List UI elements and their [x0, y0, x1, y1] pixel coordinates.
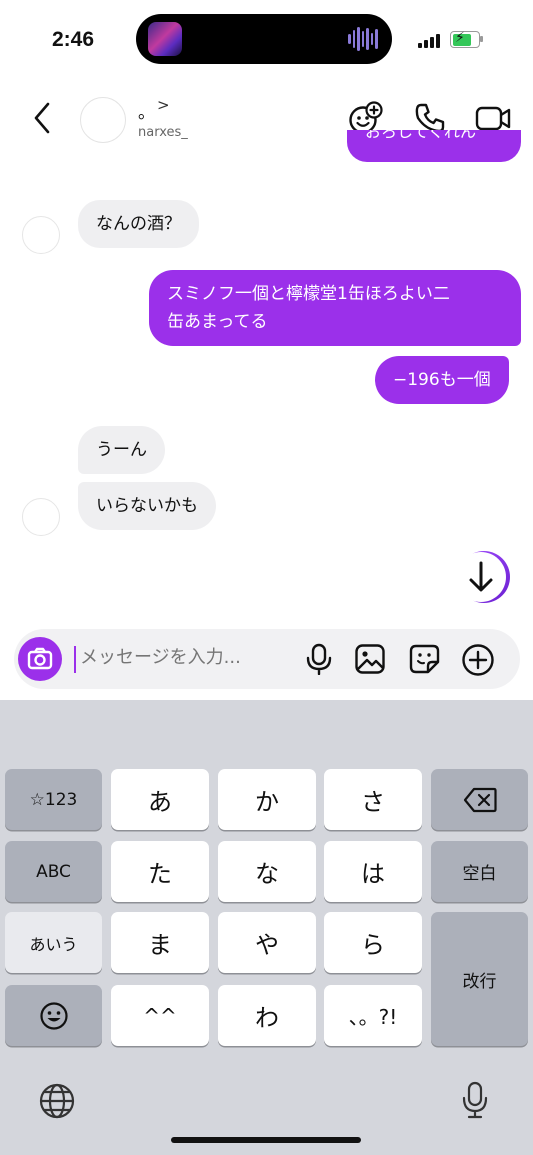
battery-cap [480, 36, 483, 42]
cellular-signal-icon [418, 34, 440, 48]
charging-bolt-icon: ⚡ [455, 30, 465, 46]
plus-circle-icon[interactable] [461, 643, 495, 681]
profile-avatar[interactable] [80, 97, 126, 143]
sender-avatar[interactable] [22, 498, 60, 536]
message-input[interactable] [80, 647, 280, 668]
contact-name[interactable]: 。 [138, 98, 155, 123]
key-wa[interactable]: わ [218, 985, 316, 1046]
sent-message: −196も一個 [375, 356, 509, 404]
key-ra[interactable]: ら [324, 912, 422, 973]
gallery-icon[interactable] [354, 643, 386, 679]
key-kaomoji[interactable]: ^^ [111, 985, 209, 1046]
sent-message: スミノフ一個と檸檬堂1缶ほろよい二 缶あまってる [149, 270, 521, 346]
key-ta[interactable]: た [111, 841, 209, 902]
key-ma[interactable]: ま [111, 912, 209, 973]
status-time: 2:46 [52, 28, 95, 51]
sender-avatar[interactable] [22, 216, 60, 254]
key-na[interactable]: な [218, 841, 316, 902]
backspace-icon [463, 787, 497, 812]
key-ha[interactable]: は [324, 841, 422, 902]
sent-message: おろしてくれん [347, 130, 521, 162]
received-message: なんの酒？ [78, 200, 199, 248]
kana-key[interactable]: あいう [5, 912, 102, 973]
dictation-microphone-icon[interactable] [460, 1080, 490, 1124]
space-key[interactable]: 空白 [431, 841, 528, 902]
emoji-key[interactable] [5, 985, 102, 1046]
emoji-icon [39, 1001, 68, 1030]
received-message: うーん [78, 426, 165, 474]
contact-username[interactable]: narxes_ [138, 125, 188, 140]
sticker-icon[interactable] [408, 643, 442, 679]
symbols-key[interactable]: ☆123 [5, 769, 102, 830]
delete-key[interactable] [431, 769, 528, 830]
received-message: いらないかも [78, 482, 216, 530]
globe-icon[interactable] [38, 1082, 76, 1124]
return-key[interactable]: 改行 [431, 912, 528, 1046]
key-ya[interactable]: や [218, 912, 316, 973]
scroll-to-bottom-button[interactable] [448, 549, 518, 605]
abc-key[interactable]: ABC [5, 841, 102, 902]
chevron-right-icon[interactable]: > [157, 96, 170, 114]
key-sa[interactable]: さ [324, 769, 422, 830]
camera-icon [27, 647, 53, 670]
key-ka[interactable]: か [218, 769, 316, 830]
now-playing-artwork [148, 22, 182, 56]
home-indicator[interactable] [171, 1137, 361, 1143]
text-caret [74, 646, 76, 673]
key-a[interactable]: あ [111, 769, 209, 830]
back-button[interactable] [30, 100, 56, 140]
key-punctuation[interactable]: 、。?! [324, 985, 422, 1046]
audio-waveform-icon [348, 25, 379, 53]
microphone-icon[interactable] [304, 643, 334, 679]
camera-button[interactable] [18, 637, 62, 681]
